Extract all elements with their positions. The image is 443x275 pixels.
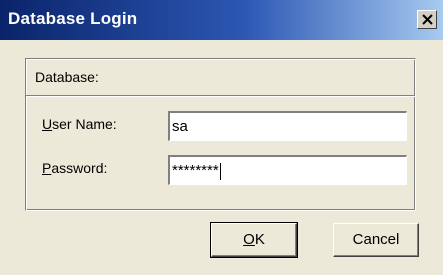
ok-label-rest: K: [254, 231, 265, 248]
ok-accel: O: [243, 231, 255, 248]
ok-button[interactable]: OK: [210, 222, 298, 258]
database-label: Database:: [35, 69, 99, 85]
title-bar[interactable]: Database Login: [0, 0, 443, 40]
database-header: Database:: [26, 59, 415, 96]
password-value: ********: [172, 162, 219, 179]
password-input[interactable]: ********: [168, 155, 407, 185]
username-value: sa: [172, 118, 188, 135]
window-title: Database Login: [8, 9, 138, 28]
close-button[interactable]: [417, 10, 437, 29]
database-login-dialog: Database Login Database: User Name: sa P…: [0, 0, 443, 275]
username-accel: U: [42, 116, 53, 132]
close-icon: [422, 14, 433, 25]
username-label-text: ser Name:: [52, 116, 117, 132]
password-accel: P: [42, 160, 52, 176]
text-caret: [219, 162, 221, 180]
cancel-button[interactable]: Cancel: [333, 223, 419, 257]
password-label: Password:: [42, 160, 107, 176]
password-label-text: assword:: [51, 160, 108, 176]
login-panel: Database: User Name: sa Password: ******…: [25, 58, 416, 211]
username-input[interactable]: sa: [168, 111, 407, 141]
username-label: User Name:: [42, 116, 117, 132]
